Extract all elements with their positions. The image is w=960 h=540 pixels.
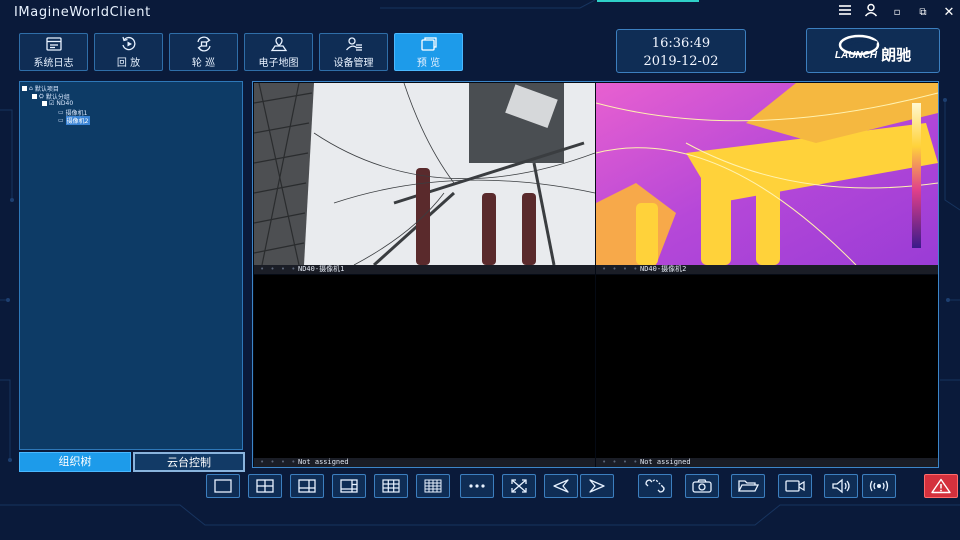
preview-icon [420,36,437,51]
nav-playback[interactable]: 回 放 [94,33,163,71]
menu-icon[interactable] [832,3,858,23]
layout-1plus3-icon [298,479,316,493]
video-cell-label: Not assigned [640,458,691,466]
layout-2x2-button[interactable] [248,474,282,498]
app-title: IMagineWorldClient [14,5,151,20]
layout-1plus5-button[interactable] [332,474,366,498]
intercom-icon [869,480,889,492]
video-cell-bar: • • • • ND40-摄像机2 [596,265,938,274]
map-icon [270,36,287,51]
video-grid[interactable]: • • • • ND40-摄像机1 • • • • ND40-摄像机2 • • … [252,81,939,468]
playback-icon [121,36,135,50]
snapshot-button[interactable] [685,474,719,498]
video-cell-bar: • • • • ND40-摄像机1 [254,265,595,274]
folder-icon [737,480,759,492]
nav-patrol[interactable]: 轮 巡 [169,33,238,71]
expand-icon[interactable] [22,86,27,91]
user-icon[interactable] [858,3,884,23]
nav-label: 系统日志 [33,57,74,69]
video-cell-1[interactable]: • • • • ND40-摄像机1 [254,83,595,274]
previous-page-button[interactable] [544,474,578,498]
video-cell-bar: • • • • Not assigned [254,458,595,467]
video-cell-2[interactable]: • • • • ND40-摄像机2 [596,83,938,274]
nav-device-manage[interactable]: 设备管理 [319,33,388,71]
layout-3x3-icon [382,479,400,493]
disconnect-button[interactable] [638,474,672,498]
video-cell-bar: • • • • Not assigned [596,458,938,467]
speaker-icon [832,478,850,494]
intercom-button[interactable] [862,474,896,498]
warning-icon [931,478,951,494]
layout-1x1-button[interactable] [206,474,240,498]
video-cell-label: ND40-摄像机1 [298,265,345,273]
visible-camera-feed [254,83,595,265]
more-icon [469,484,485,488]
tab-org-tree[interactable]: 组织树 [19,452,131,472]
record-button[interactable] [778,474,812,498]
next-page-button[interactable] [580,474,614,498]
video-record-icon [785,480,805,492]
layout-4x4-icon [424,479,442,493]
device-manage-icon [345,36,362,51]
close-button[interactable]: ✕ [936,3,960,23]
nav-preview[interactable]: 预 览 [394,33,463,71]
window-controls: ▫ ⧉ ✕ [832,3,960,23]
launch-swoosh-icon [838,34,880,56]
expand-icon[interactable] [42,101,47,106]
nav-emap[interactable]: 电子地图 [244,33,313,71]
thermal-camera-feed [596,83,938,265]
nav-label: 电子地图 [258,57,299,69]
fullscreen-icon [511,479,527,493]
camera-icon: ▭ [58,109,64,116]
nav-label: 回 放 [116,57,141,69]
tree-node-device[interactable]: ☑ ND40 [42,100,73,107]
tab-ptz-control[interactable]: 云台控制 [133,452,245,472]
patrol-icon [196,36,211,51]
layout-3x3-button[interactable] [374,474,408,498]
audio-button[interactable] [824,474,858,498]
arrow-right-icon [589,479,605,493]
brand-logo: LAUNCH 朗驰 [806,28,940,73]
checkbox-icon[interactable]: ☑ [49,100,54,107]
camera-snapshot-icon [692,479,712,493]
project-icon: ⌂ [29,85,33,92]
camera-icon: ▭ [58,117,64,124]
disconnect-icon [645,479,665,493]
expand-icon[interactable] [32,94,37,99]
more-layouts-button[interactable] [460,474,494,498]
video-cell-3[interactable]: • • • • Not assigned [254,275,595,467]
clock-time: 16:36:49 [651,36,711,51]
layout-4x4-button[interactable] [416,474,450,498]
layout-1x1-icon [214,479,232,493]
clock-display: 16:36:49 2019-12-02 [616,29,746,73]
clock-date: 2019-12-02 [643,54,719,69]
arrow-left-icon [553,479,569,493]
minimize-button[interactable]: ▫ [884,3,910,23]
nav-system-log[interactable]: 系统日志 [19,33,88,71]
nav-label: 轮 巡 [191,57,216,69]
nav-label: 设备管理 [333,57,374,69]
maximize-button[interactable]: ⧉ [910,3,936,23]
alarm-button[interactable] [924,474,958,498]
layout-2x2-icon [256,479,274,493]
fullscreen-button[interactable] [502,474,536,498]
log-icon [45,36,62,51]
video-cell-label: Not assigned [298,458,349,466]
device-tree-panel[interactable]: ⌂ 默认项目 ⛭ 默认分组 ☑ ND40 ▭ 摄像机1 ▭ 摄像机2 [19,81,243,450]
nav-label: 预 览 [416,57,441,69]
layout-1plus3-button[interactable] [290,474,324,498]
video-cell-4[interactable]: • • • • Not assigned [596,275,938,467]
layout-1plus5-icon [340,479,358,493]
tree-node-camera-2[interactable]: ▭ 摄像机2 [58,116,90,125]
open-folder-button[interactable] [731,474,765,498]
top-accent-line [597,0,699,2]
logo-cn: 朗驰 [881,46,912,64]
video-cell-label: ND40-摄像机2 [640,265,687,273]
